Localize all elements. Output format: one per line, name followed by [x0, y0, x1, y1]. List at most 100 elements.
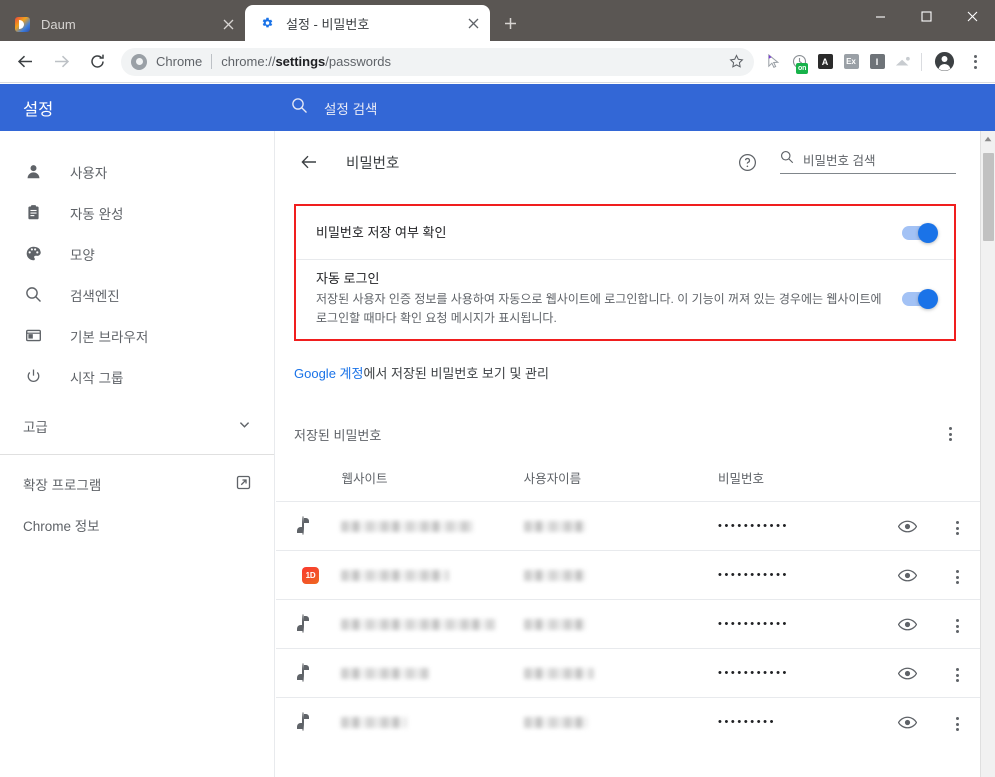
saved-passwords-menu-icon[interactable]: [938, 422, 962, 446]
settings-brand-label: 설정: [23, 100, 54, 119]
table-row[interactable]: •••••••••••: [276, 648, 980, 698]
sidebar-advanced-label: 고급: [23, 420, 48, 435]
tab-close-icon[interactable]: [462, 12, 484, 34]
toggle-offer-to-save-passwords[interactable]: [902, 222, 938, 243]
url-bold: settings: [275, 54, 326, 69]
extensions-area: on A Ex I: [760, 41, 916, 83]
sidebar-item-people[interactable]: 사용자: [0, 151, 274, 192]
google-account-link[interactable]: Google 계정: [294, 366, 363, 381]
more-vert-icon[interactable]: [944, 613, 970, 639]
password-search-input[interactable]: 비밀번호 검색: [780, 150, 956, 174]
browser-tab-settings[interactable]: 설정 - 비밀번호: [245, 5, 490, 41]
eye-icon[interactable]: [894, 562, 920, 588]
bookmark-star-icon[interactable]: [724, 50, 748, 74]
settings-brand[interactable]: 설정: [0, 84, 275, 131]
profile-avatar-icon[interactable]: [929, 47, 959, 77]
tab-close-icon[interactable]: [217, 13, 239, 35]
globe-icon: [302, 663, 304, 682]
back-icon[interactable]: [11, 48, 39, 76]
row-more-cell: [934, 550, 980, 600]
col-username-header: 사용자이름: [523, 472, 582, 486]
redacted-website: [341, 569, 450, 581]
scroll-up-arrow-icon[interactable]: [981, 131, 995, 146]
sidebar-item-on-startup[interactable]: 시작 그룹: [0, 356, 274, 397]
cursor-extension-icon[interactable]: [760, 48, 786, 76]
omnibox-scheme-label: Chrome: [156, 54, 203, 69]
row-show-password-cell: [879, 648, 935, 698]
settings-content: 비밀번호 비밀번호 검색 비밀번호 저장 여부 확인 자동 로그인 저장된 사용…: [276, 131, 980, 777]
envelope-extension-icon[interactable]: [890, 48, 916, 76]
row-favicon-cell: [276, 697, 342, 747]
eye-icon[interactable]: [894, 611, 920, 637]
sidebar-item-default-browser[interactable]: 기본 브라우저: [0, 315, 274, 356]
sidebar-item-extensions[interactable]: 확장 프로그램: [0, 463, 274, 504]
prefs-card-wrapper: 비밀번호 저장 여부 확인 자동 로그인 저장된 사용자 인증 정보를 사용하여…: [276, 204, 980, 341]
scrollbar-thumb[interactable]: [983, 153, 994, 241]
sidebar-item-search-engine[interactable]: 검색엔진: [0, 274, 274, 315]
sidebar-item-label: 검색엔진: [70, 288, 120, 304]
redacted-username: [523, 618, 586, 630]
sidebar-item-appearance[interactable]: 모양: [0, 233, 274, 274]
table-row[interactable]: 1D •••••••••••: [276, 550, 980, 600]
table-row[interactable]: •••••••••••: [276, 501, 980, 551]
more-vert-icon[interactable]: [944, 711, 970, 737]
letter-i-extension-icon[interactable]: I: [864, 48, 890, 76]
sidebar-item-autofill[interactable]: 자동 완성: [0, 192, 274, 233]
browser-tab-daum[interactable]: Daum: [0, 7, 245, 41]
sidebar-item-label: 사용자: [70, 165, 108, 181]
page-back-icon[interactable]: [294, 147, 324, 177]
palette-icon: [23, 244, 43, 264]
new-tab-button[interactable]: [496, 9, 524, 37]
pref-auto-signin[interactable]: 자동 로그인 저장된 사용자 인증 정보를 사용하여 자동으로 웹사이트에 로그…: [296, 260, 954, 339]
address-bar[interactable]: Chrome chrome://settings/passwords: [121, 47, 754, 76]
more-vert-icon[interactable]: [944, 564, 970, 590]
tab-strip: Daum 설정 - 비밀번호: [0, 0, 995, 41]
tab-title: Daum: [41, 16, 76, 32]
sidebar-item-advanced[interactable]: 고급: [0, 404, 274, 448]
forward-icon[interactable]: [47, 48, 75, 76]
more-vert-icon[interactable]: [944, 662, 970, 688]
sidebar-item-about-chrome[interactable]: Chrome 정보: [0, 504, 274, 545]
search-icon: [780, 150, 794, 169]
maximize-button[interactable]: [903, 0, 949, 32]
minimize-button[interactable]: [857, 0, 903, 32]
clock-extension-icon[interactable]: on: [786, 48, 812, 76]
row-website-cell: [341, 501, 524, 551]
table-row[interactable]: •••••••••••: [276, 599, 980, 649]
chrome-menu-icon[interactable]: [961, 48, 989, 76]
eye-icon[interactable]: [894, 709, 920, 735]
row-password-cell: •••••••••••: [718, 501, 880, 551]
help-icon[interactable]: [734, 149, 760, 175]
omnibox-url: chrome://settings/passwords: [221, 54, 391, 69]
settings-top-bar: 설정 설정 검색: [0, 84, 995, 131]
row-username-cell: [523, 697, 719, 747]
more-vert-icon[interactable]: [944, 515, 970, 541]
letter-a-extension-icon[interactable]: A: [812, 48, 838, 76]
row-password-cell: •••••••••••: [718, 648, 880, 698]
table-row[interactable]: •••••••••: [276, 697, 980, 747]
google-account-link-row[interactable]: Google 계정에서 저장된 비밀번호 보기 및 관리: [294, 365, 980, 383]
redacted-website: [341, 520, 474, 532]
ex-extension-icon[interactable]: Ex: [838, 48, 864, 76]
eye-icon[interactable]: [894, 660, 920, 686]
pref-offer-to-save-passwords[interactable]: 비밀번호 저장 여부 확인: [296, 206, 954, 259]
table-header-row: 웹사이트 사용자이름 비밀번호: [276, 468, 980, 502]
col-favicon: [276, 468, 341, 502]
search-icon: [23, 285, 43, 305]
row-show-password-cell: [879, 550, 935, 600]
row-favicon-cell: [276, 501, 342, 551]
close-button[interactable]: [949, 0, 995, 32]
content-scrollbar[interactable]: [980, 131, 995, 777]
toggle-auto-signin[interactable]: [902, 288, 938, 309]
row-more-cell: [934, 697, 980, 747]
pref-title: 비밀번호 저장 여부 확인: [316, 224, 447, 240]
row-show-password-cell: [879, 599, 935, 649]
reload-icon[interactable]: [83, 48, 111, 76]
pref-texts: 자동 로그인 저장된 사용자 인증 정보를 사용하여 자동으로 웹사이트에 로그…: [316, 269, 902, 328]
redacted-website: [341, 618, 497, 630]
row-username-cell: [523, 599, 719, 649]
eye-icon[interactable]: [894, 513, 920, 539]
settings-search[interactable]: 설정 검색: [275, 84, 953, 131]
chevron-down-icon: [238, 418, 251, 434]
row-password-cell: •••••••••••: [718, 550, 880, 600]
